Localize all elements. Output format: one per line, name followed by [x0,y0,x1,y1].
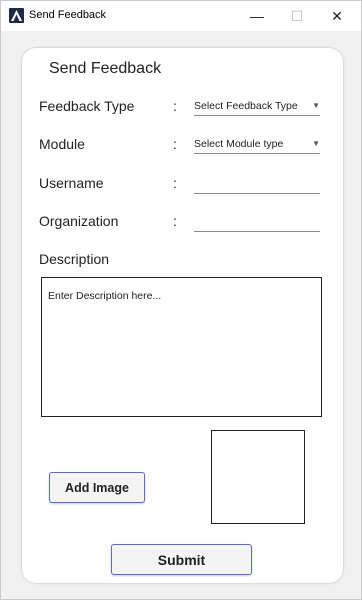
maximize-button[interactable]: ☐ [277,1,317,31]
feedback-type-colon: : [173,98,177,114]
image-preview [211,430,305,524]
feedback-window: Send Feedback — ☐ ✕ Send Feedback Feedba… [0,0,362,600]
feedback-type-label: Feedback Type [39,98,135,114]
module-select[interactable]: Select Module type ▼ [194,135,320,154]
username-label: Username [39,175,104,191]
close-icon: ✕ [331,7,343,24]
add-image-button[interactable]: Add Image [49,472,145,503]
submit-button[interactable]: Submit [111,544,252,575]
minimize-button[interactable]: — [237,1,277,31]
feedback-type-selected: Select Feedback Type [194,100,298,112]
close-button[interactable]: ✕ [317,1,357,31]
organization-input[interactable] [194,212,320,232]
organization-label: Organization [39,213,119,229]
chevron-down-icon: ▼ [312,139,320,148]
module-colon: : [173,136,177,152]
feedback-form-card: Send Feedback Feedback Type : Select Fee… [22,48,343,583]
module-label: Module [39,136,85,152]
app-logo-icon [9,8,24,23]
chevron-down-icon: ▼ [312,101,320,110]
module-selected: Select Module type [194,138,284,150]
description-label: Description [39,251,110,267]
feedback-type-select[interactable]: Select Feedback Type ▼ [194,97,320,116]
description-textarea[interactable] [41,277,322,417]
username-colon: : [173,175,177,191]
username-input[interactable] [194,174,320,194]
form-heading: Send Feedback [49,60,162,77]
title-bar: Send Feedback — ☐ ✕ [1,1,361,31]
minimize-icon: — [250,8,264,24]
organization-colon: : [173,213,177,229]
maximize-icon: ☐ [290,7,304,24]
window-title: Send Feedback [29,9,107,21]
